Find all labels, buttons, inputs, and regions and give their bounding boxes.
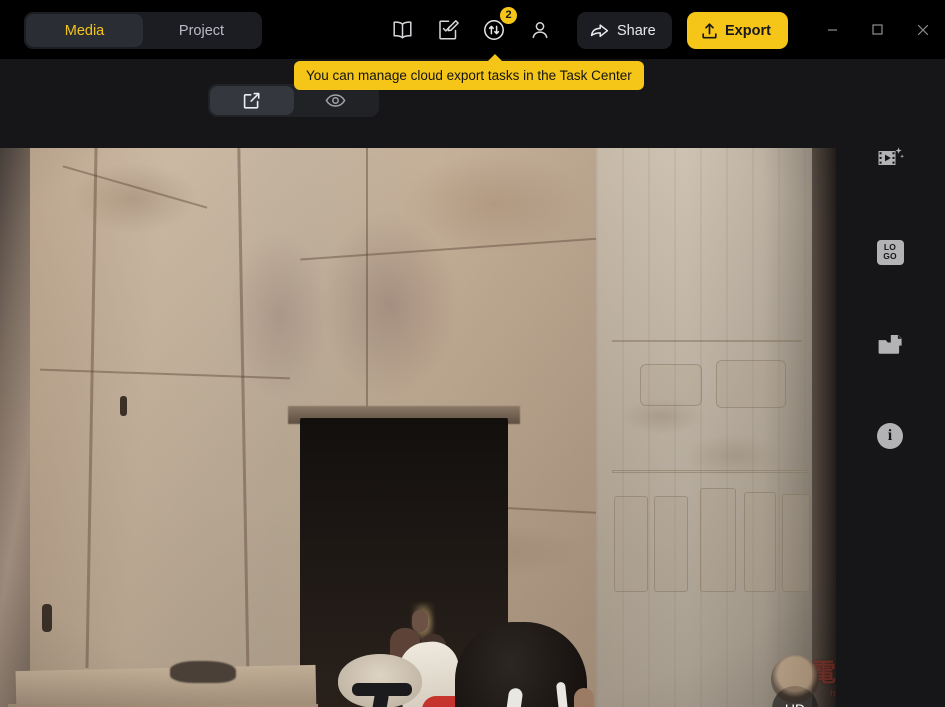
close-button[interactable] [900,0,945,59]
main-tab-group: Media Project [24,12,262,49]
title-bar: Media Project 2 Share Export [0,0,945,59]
edit-square-icon [242,91,261,110]
export-button-label: Export [725,22,771,39]
task-count-badge: 2 [500,7,517,24]
window-controls [810,0,945,59]
import-folder-icon [877,333,903,356]
book-icon-button[interactable] [386,13,418,46]
task-center-tooltip: You can manage cloud export tasks in the… [294,54,644,90]
scene-artwork [0,148,836,707]
edit-note-icon [437,19,459,41]
info-icon-button[interactable]: i [868,414,912,458]
titlebar-icon-group: 2 [386,7,556,46]
maximize-button[interactable] [855,0,900,59]
tab-media[interactable]: Media [26,14,143,47]
share-arrow-icon [590,22,609,39]
account-icon-button[interactable] [524,13,556,46]
edit-mode-button[interactable] [210,86,294,115]
account-icon [529,19,551,41]
preview-stage: HD 16:9 ♛ 電腦王阿達 http://www.kocpc.com.tw [0,148,945,707]
minimize-button[interactable] [810,0,855,59]
edit-note-icon-button[interactable] [432,13,464,46]
right-sidebar: LO GO i [836,147,945,707]
tab-media-label: Media [64,22,105,39]
eye-icon [325,93,346,108]
auto-reframe-icon-button[interactable] [868,136,912,180]
logo-icon-button[interactable]: LO GO [868,230,912,274]
upload-icon [701,22,718,40]
book-icon [391,20,414,40]
info-icon: i [877,423,903,449]
preview-mode-button[interactable] [294,86,378,115]
tab-project-label: Project [178,22,225,39]
share-button-label: Share [617,22,656,39]
import-folder-icon-button[interactable] [868,322,912,366]
tooltip-text: You can manage cloud export tasks in the… [306,68,632,83]
app-window: Media Project 2 Share Export LO GO i You… [0,0,945,707]
logo-icon: LO GO [876,239,904,265]
auto-reframe-icon [877,146,904,170]
transfer-tasks-icon-button[interactable]: 2 [478,7,517,46]
video-preview[interactable] [0,148,836,707]
resolution-label: HD [785,701,805,707]
tab-project[interactable]: Project [143,14,260,47]
export-button[interactable]: Export [687,12,788,49]
share-button[interactable]: Share [577,12,672,49]
